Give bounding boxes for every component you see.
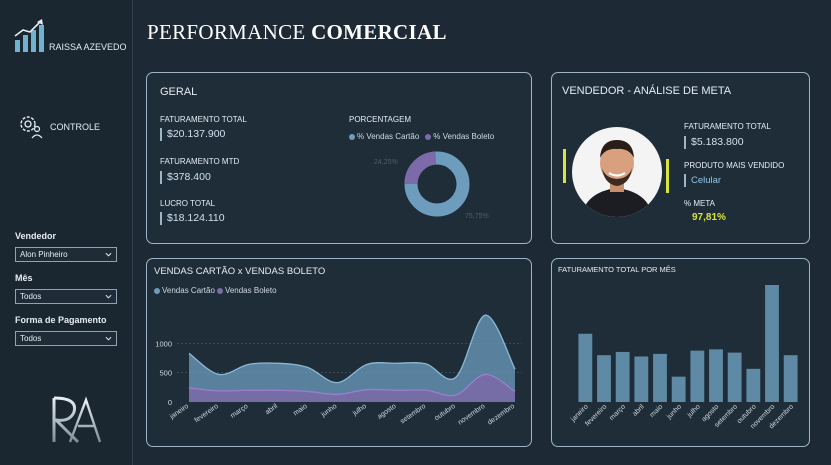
nav-item-controle[interactable]: CONTROLE — [18, 114, 100, 140]
produto-value: Celular — [684, 174, 721, 187]
bar-chart: janeirofevereiro março abril maio junho julho… — [569, 285, 798, 430]
y-tick-label: 1000 — [155, 339, 172, 348]
bar-fevereiro[interactable] — [597, 355, 611, 402]
settings-person-icon — [20, 116, 43, 139]
vendedor-fat-value: $5.183.800 — [684, 136, 744, 149]
area-chart: 05001000janeiro fevereiro março abril maio ju… — [155, 314, 522, 427]
nav-item-controle-label: CONTROLE — [50, 122, 101, 132]
sidebar: RAISSA AZEVEDO CONTROLE Vendedor Alon Pi… — [0, 0, 133, 465]
kpi-label-lucro-total: LUCRO TOTAL — [160, 199, 216, 208]
bar-junho[interactable] — [671, 376, 686, 402]
bar-novembro[interactable] — [765, 285, 779, 402]
bar-dezembro[interactable] — [783, 355, 798, 402]
x-tick-label: maio — [649, 403, 665, 419]
bar-outubro[interactable] — [746, 368, 761, 402]
x-tick-label: novembro — [457, 403, 487, 427]
geral-card: GERAL FATURAMENTO TOTAL $20.137.900 FATU… — [146, 72, 532, 244]
page-title: PERFORMANCE COMERCIAL — [147, 20, 447, 44]
legend-item-cartao[interactable]: % Vendas Cartão — [349, 132, 419, 141]
vendedor-card: VENDEDOR - ANÁLISE DE META FATURAMENTO T… — [551, 72, 810, 244]
x-tick-label: setembro — [399, 403, 427, 426]
filter-label-forma-pagamento: Forma de Pagamento — [15, 315, 107, 325]
x-tick-label: março — [608, 403, 627, 422]
kpi-value-faturamento-mtd: $378.400 — [160, 171, 211, 184]
x-tick-label: agosto — [376, 403, 397, 421]
seller-avatar — [572, 127, 662, 217]
kpi-value-lucro-total: $18.124.110 — [160, 212, 225, 225]
meta-label: % META — [684, 199, 715, 208]
bar-julho[interactable] — [690, 350, 705, 402]
x-tick-label: julho — [686, 403, 702, 419]
vendedor-title: VENDEDOR - ANÁLISE DE META — [562, 85, 732, 97]
legend-item-boleto[interactable]: % Vendas Boleto — [425, 132, 494, 141]
meta-accent-right — [666, 159, 669, 193]
legend-dot-boleto — [425, 133, 432, 140]
chevron-down-icon — [105, 336, 112, 341]
chevron-down-icon — [105, 294, 112, 299]
x-tick-label: dezembro — [487, 403, 517, 427]
bar-agosto[interactable] — [709, 349, 723, 402]
kpi-label-faturamento-mtd: FATURAMENTO MTD — [160, 157, 240, 166]
y-tick-label: 500 — [159, 369, 172, 378]
ra-logo — [51, 396, 102, 444]
x-tick-label: outubro — [433, 403, 457, 422]
x-tick-label: junho — [319, 403, 338, 419]
filter-label-vendedor: Vendedor — [15, 231, 57, 241]
meta-value: 97,81% — [692, 212, 726, 223]
porcentagem-title: PORCENTAGEM — [349, 115, 412, 124]
legend-label-boleto: % Vendas Boleto — [433, 132, 495, 141]
legend-dot-cartao — [349, 133, 355, 140]
donut-label-cartao: 75,75% — [465, 213, 489, 220]
x-tick-label: julho — [351, 403, 368, 418]
bar-março[interactable] — [615, 351, 630, 402]
x-tick-label: fevereiro — [193, 403, 219, 424]
legend-label-cartao: % Vendas Cartão — [357, 132, 420, 141]
meta-accent-left — [563, 149, 566, 183]
porcentagem-legend: % Vendas Cartão % Vendas Boleto — [349, 132, 494, 141]
growth-chart-icon — [14, 19, 44, 52]
kpi-label-faturamento-total: FATURAMENTO TOTAL — [160, 115, 247, 124]
brand: RAISSA AZEVEDO — [13, 18, 127, 54]
mes-dropdown-value: Todos — [20, 292, 42, 301]
vendas-chart-card: VENDAS CARTÃO x VENDAS BOLETO Vendas Car… — [146, 258, 532, 447]
vendedor-dropdown[interactable]: Alon Pinheiro — [15, 247, 117, 262]
y-tick-label: 0 — [168, 398, 172, 407]
forma-pagamento-dropdown[interactable]: Todos — [15, 331, 117, 346]
bar-janeiro[interactable] — [578, 333, 593, 402]
mes-dropdown[interactable]: Todos — [15, 289, 117, 304]
vendedor-dropdown-value: Alon Pinheiro — [20, 250, 68, 259]
geral-title: GERAL — [160, 86, 198, 98]
bar-maio[interactable] — [653, 353, 667, 402]
donut-chart — [404, 151, 470, 217]
faturamento-mes-card: FATURAMENTO TOTAL POR MÊS janeiro feverei… — [551, 258, 810, 447]
donut-label-boleto: 24,25% — [374, 159, 398, 166]
x-tick-label: maio — [292, 403, 309, 417]
kpi-value-faturamento-total: $20.137.900 — [160, 128, 225, 141]
x-tick-label: março — [229, 403, 249, 420]
x-tick-label: abril — [264, 403, 279, 417]
forma-pagamento-dropdown-value: Todos — [20, 334, 42, 343]
produto-label: PRODUTO MAIS VENDIDO — [684, 161, 785, 170]
x-tick-label: abril — [631, 403, 646, 418]
x-tick-label: junho — [665, 403, 683, 421]
brand-name: RAISSA AZEVEDO — [49, 42, 127, 52]
filter-label-mes: Mês — [15, 273, 33, 283]
chevron-down-icon — [105, 252, 112, 257]
bar-abril[interactable] — [634, 356, 649, 403]
bar-setembro[interactable] — [727, 352, 742, 402]
vendedor-fat-label: FATURAMENTO TOTAL — [684, 122, 771, 131]
